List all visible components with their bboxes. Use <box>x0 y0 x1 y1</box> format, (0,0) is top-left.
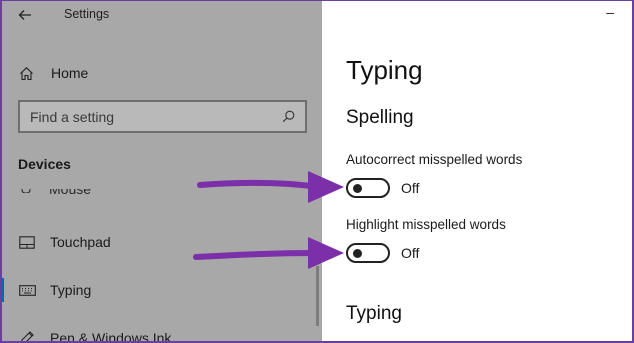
section-header-typing: Typing <box>346 303 402 324</box>
sidebar-item-touchpad[interactable]: Touchpad <box>0 224 322 260</box>
section-header-spelling: Spelling <box>346 107 414 128</box>
highlight-toggle[interactable] <box>346 243 390 263</box>
highlight-state: Off <box>401 245 420 261</box>
autocorrect-setting: Off <box>346 178 419 198</box>
main-content: – Typing Spelling Autocorrect misspelled… <box>322 0 634 343</box>
search-input[interactable] <box>30 108 270 125</box>
section-header-devices: Devices <box>18 156 71 172</box>
sidebar-item-label: Mouse <box>49 189 92 197</box>
sidebar-item-label: Home <box>51 65 89 81</box>
sidebar: Settings Home Devices Mouse <box>0 0 322 343</box>
search-icon[interactable] <box>282 110 295 123</box>
sidebar-item-mouse[interactable]: Mouse <box>18 189 98 199</box>
autocorrect-toggle[interactable] <box>346 178 390 198</box>
touchpad-icon <box>19 235 37 249</box>
back-button[interactable] <box>10 2 40 28</box>
sidebar-scrollbar[interactable] <box>316 266 319 326</box>
mouse-icon <box>21 189 31 193</box>
sidebar-item-label: Touchpad <box>50 234 111 250</box>
autocorrect-state: Off <box>401 180 420 196</box>
home-icon <box>19 66 37 81</box>
keyboard-icon <box>19 284 37 296</box>
arrow-left-icon <box>18 10 31 20</box>
sidebar-item-label: Pen & Windows Ink <box>50 330 172 343</box>
page-title: Typing <box>346 55 423 85</box>
autocorrect-label: Autocorrect misspelled words <box>346 152 523 167</box>
highlight-label: Highlight misspelled words <box>346 217 506 232</box>
window-title: Settings <box>64 7 110 21</box>
toggle-knob <box>353 249 362 258</box>
active-indicator <box>0 278 4 302</box>
pen-icon <box>19 330 37 343</box>
sidebar-item-pen-windows-ink[interactable]: Pen & Windows Ink <box>0 320 322 343</box>
sidebar-item-typing[interactable]: Typing <box>0 272 322 308</box>
search-box[interactable] <box>18 100 307 133</box>
toggle-knob <box>353 184 362 193</box>
highlight-setting: Off <box>346 243 419 263</box>
sidebar-item-label: Typing <box>50 282 92 298</box>
sidebar-item-home[interactable]: Home <box>0 55 322 91</box>
minimize-button[interactable]: – <box>606 4 614 20</box>
